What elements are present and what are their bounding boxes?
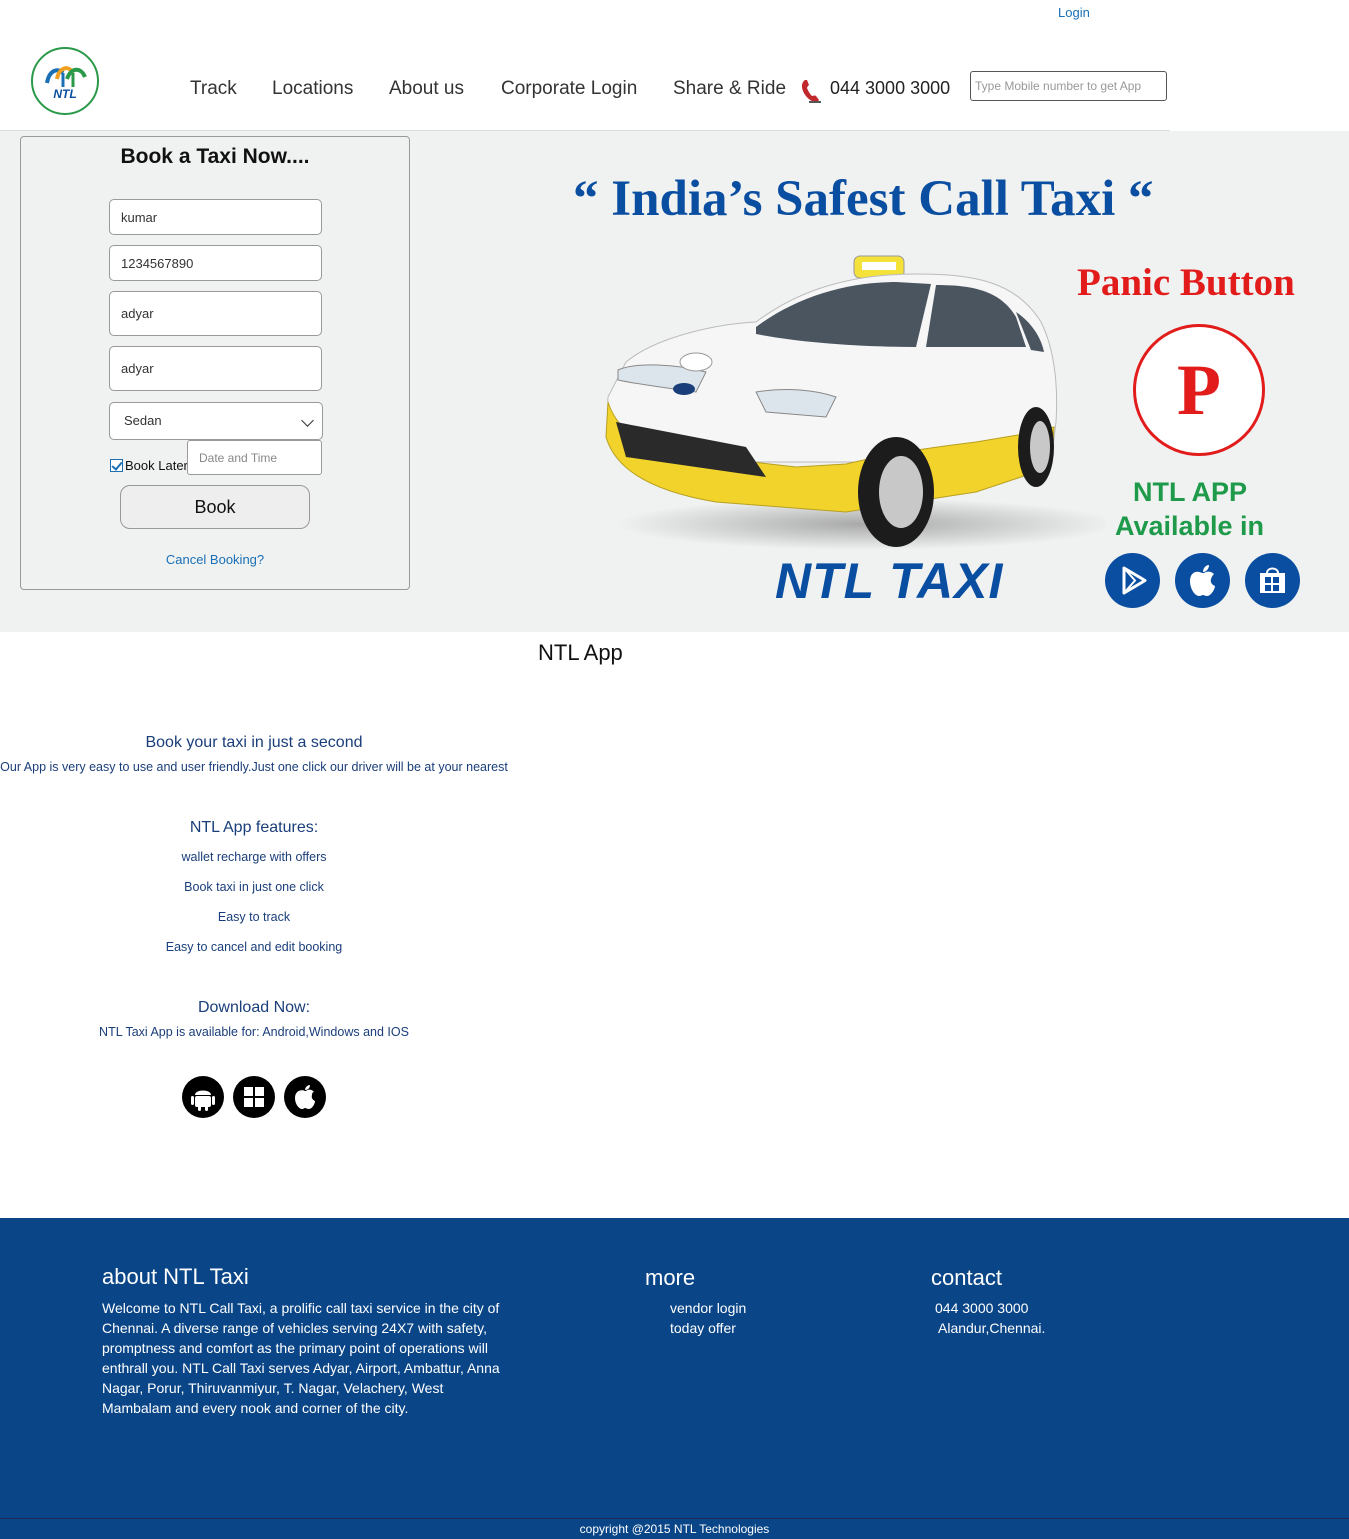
pickup-input[interactable] <box>109 291 322 336</box>
footer-contact-title: contact <box>931 1265 1002 1290</box>
apple-icon[interactable] <box>1175 553 1230 608</box>
cancel-booking-link[interactable]: Cancel Booking? <box>21 552 409 567</box>
mobile-input[interactable] <box>109 245 322 281</box>
header-phone-number: 044 3000 3000 <box>830 78 951 98</box>
chevron-down-icon <box>301 414 314 427</box>
top-login-link[interactable]: Login <box>1058 5 1090 20</box>
panic-letter: P <box>1177 350 1221 430</box>
date-time-input[interactable] <box>187 440 322 475</box>
app-features-title: NTL App features: <box>189 819 319 836</box>
hero-tagline: “ India’s Safest Call Taxi “ <box>573 171 1154 227</box>
ntl-app-section-title: NTL App <box>538 640 623 665</box>
logo-text: NTL <box>53 87 77 101</box>
footer-today-offer-link[interactable]: today offer <box>670 1320 736 1336</box>
vehicle-type-select[interactable]: Sedan <box>109 402 323 440</box>
name-input[interactable] <box>109 199 322 235</box>
taxi-car-image <box>605 255 1106 550</box>
drop-input[interactable] <box>109 346 322 391</box>
nav-track[interactable]: Track <box>190 78 237 100</box>
nav-locations[interactable]: Locations <box>272 78 353 100</box>
panic-button[interactable]: P <box>1133 324 1265 456</box>
booking-form: Book a Taxi Now.... Sedan Book Later Boo… <box>20 136 410 590</box>
feature-item: wallet recharge with offers <box>181 850 327 864</box>
app-available-line2: Available in <box>1115 511 1265 541</box>
nav-about-us[interactable]: About us <box>389 78 464 100</box>
footer-about-text: Welcome to NTL Call Taxi, a prolific cal… <box>102 1300 500 1416</box>
feature-item: Easy to track <box>217 910 291 924</box>
download-title: Download Now: <box>197 999 311 1016</box>
windows-icon[interactable] <box>233 1076 275 1118</box>
book-button[interactable]: Book <box>120 485 310 529</box>
windows-store-icon[interactable] <box>1245 553 1300 608</box>
app-available-line1: NTL APP <box>1133 477 1248 507</box>
play-store-icon[interactable] <box>1105 553 1160 608</box>
get-app-mobile-input[interactable] <box>970 71 1167 101</box>
vehicle-type-value: Sedan <box>124 413 162 428</box>
book-later-label: Book Later <box>125 458 188 473</box>
logo-mark-icon <box>45 66 87 87</box>
feature-item: Book taxi in just one click <box>184 880 324 894</box>
download-text: NTL Taxi App is available for: Android,W… <box>99 1025 409 1039</box>
android-icon[interactable] <box>182 1076 224 1118</box>
footer-contact-address: Alandur,Chennai. <box>938 1320 1046 1336</box>
nav-corporate-login[interactable]: Corporate Login <box>501 78 637 100</box>
booking-title: Book a Taxi Now.... <box>120 145 310 168</box>
footer-contact-phone: 044 3000 3000 <box>935 1300 1029 1316</box>
footer-vendor-login-link[interactable]: vendor login <box>670 1300 746 1316</box>
ntl-taxi-brand: NTL TAXI <box>775 553 1004 609</box>
app-headline: Book your taxi in just a second <box>145 734 363 751</box>
footer-about-title: about NTL Taxi <box>102 1264 249 1289</box>
footer-more-title: more <box>645 1265 696 1290</box>
apple-icon[interactable] <box>284 1076 326 1118</box>
copyright-text: copyright @2015 NTL Technologies <box>579 1522 770 1536</box>
feature-item: Easy to cancel and edit booking <box>165 940 343 954</box>
book-later-checkbox[interactable] <box>110 459 123 472</box>
phone-icon <box>801 80 821 103</box>
app-description: Our App is very easy to use and user fri… <box>0 760 508 774</box>
panic-button-title: Panic Button <box>1077 261 1295 304</box>
nav-share-ride[interactable]: Share & Ride <box>673 78 786 100</box>
ntl-logo[interactable]: NTL <box>31 47 99 115</box>
